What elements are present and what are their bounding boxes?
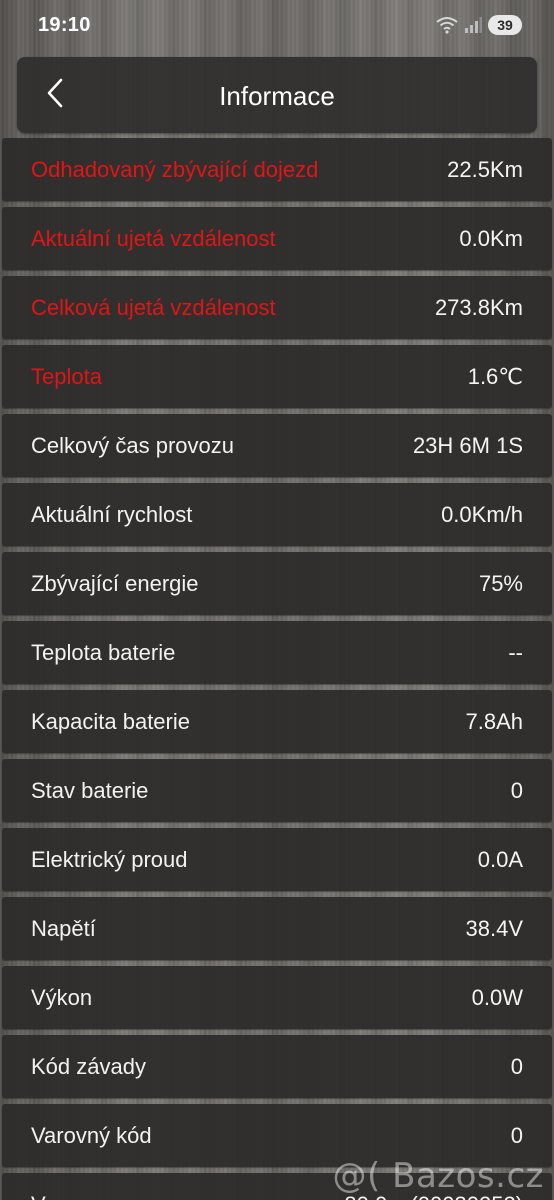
row-label: Kód závady [31, 1054, 146, 1079]
row-value: -- [508, 640, 523, 665]
row-label: Odhadovaný zbývající dojezd [31, 157, 319, 182]
row-value: 23H 6M 1S [412, 433, 523, 458]
row-label: Celková ujetá vzdálenost [31, 295, 276, 320]
row-label: Stav baterie [31, 778, 149, 803]
row-value: 0 [510, 778, 523, 803]
info-row-current: Elektrický proud 0.0A [2, 828, 552, 891]
row-value: 0.0A [477, 847, 523, 872]
row-label: Elektrický proud [31, 847, 188, 872]
info-row-remaining-energy: Zbývající energie 75% [2, 552, 552, 615]
status-icons: 39 [436, 13, 522, 37]
row-value: 1.6℃ [467, 364, 523, 389]
status-bar: 19:10 39 [0, 0, 554, 52]
row-value: 38.4V [465, 916, 524, 941]
row-value: 22.5Km [447, 157, 523, 182]
info-row-temperature: Teplota 1.6℃ [2, 345, 552, 408]
info-row-current-speed: Aktuální rychlost 0.0Km/h [2, 483, 552, 546]
watermark: @( Bazos.cz [332, 1156, 544, 1196]
wifi-icon [436, 16, 458, 34]
row-label: Verze [31, 1192, 87, 1200]
row-value: 0.0Km/h [441, 502, 523, 527]
row-value: 7.8Ah [465, 709, 524, 734]
row-label: Výkon [31, 985, 93, 1010]
page-title: Informace [219, 81, 335, 111]
row-value: 273.8Km [434, 295, 523, 320]
info-row-voltage: Napětí 38.4V [2, 897, 552, 960]
row-label: Zbývající energie [31, 571, 199, 596]
info-row-current-distance: Aktuální ujetá vzdálenost 0.0Km [2, 207, 552, 270]
info-row-fault-code: Kód závady 0 [2, 1035, 552, 1098]
row-label: Celkový čas provozu [31, 433, 234, 458]
info-row-battery-temperature: Teplota baterie -- [2, 621, 552, 684]
row-label: Varovný kód [31, 1123, 152, 1148]
row-label: Aktuální ujetá vzdálenost [31, 226, 276, 251]
row-label: Aktuální rychlost [31, 502, 193, 527]
header-bar: Informace [17, 57, 537, 133]
info-row-estimated-range: Odhadovaný zbývající dojezd 22.5Km [2, 138, 552, 201]
info-row-total-distance: Celková ujetá vzdálenost 273.8Km [2, 276, 552, 339]
row-value: 0.0W [471, 985, 523, 1010]
info-row-battery-status: Stav baterie 0 [2, 759, 552, 822]
status-time: 19:10 [38, 14, 91, 36]
info-row-power: Výkon 0.0W [2, 966, 552, 1029]
row-label: Teplota [31, 364, 102, 389]
row-label: Kapacita baterie [31, 709, 190, 734]
info-row-battery-capacity: Kapacita baterie 7.8Ah [2, 690, 552, 753]
row-label: Napětí [31, 916, 96, 941]
row-value: 75% [478, 571, 523, 596]
row-label: Teplota baterie [31, 640, 176, 665]
battery-icon: 39 [488, 15, 522, 35]
row-value: 0 [510, 1123, 523, 1148]
signal-icon [464, 16, 482, 34]
row-value: 0.0Km [459, 226, 523, 251]
row-value: 0 [510, 1054, 523, 1079]
info-row-total-runtime: Celkový čas provozu 23H 6M 1S [2, 414, 552, 477]
